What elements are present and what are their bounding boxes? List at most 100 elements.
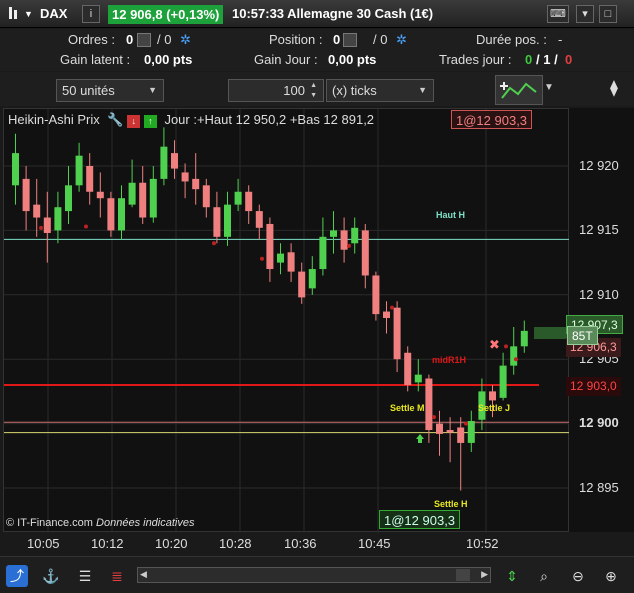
gain-jour-value: 0,00 pts: [328, 52, 377, 67]
marker-dot: [514, 357, 518, 362]
candle-body: [139, 182, 147, 218]
cancel-position-icon[interactable]: [343, 33, 357, 47]
symbol-dropdown-icon[interactable]: ▼: [24, 4, 33, 24]
marker-dot: [504, 344, 508, 349]
price-axis[interactable]: 12 920 12 915 12 910 12 905 12 900 12 89…: [566, 108, 634, 532]
order-toolbar: 50 unités ▼ 100 ▲ ▼ (x) ticks ▼ ▼ ⧫: [0, 72, 634, 106]
keyboard-icon[interactable]: ⌨: [547, 5, 569, 23]
time-scrollbar[interactable]: ◀ ▶: [137, 567, 491, 583]
candle-body: [383, 311, 390, 318]
wrench-icon[interactable]: 🔧: [107, 112, 123, 127]
orders-settings-icon[interactable]: ✲: [180, 31, 191, 49]
share-icon[interactable]: ⤴: [6, 565, 28, 587]
anchor-icon[interactable]: ⚓: [40, 565, 62, 587]
minimize-icon[interactable]: ▾: [576, 5, 594, 23]
list-icon[interactable]: ☰: [74, 565, 96, 587]
trades-label: Trades jour :: [439, 52, 512, 67]
zoom-fit-icon[interactable]: ⌕: [533, 565, 555, 587]
candle-body: [436, 423, 443, 434]
candle-body: [75, 155, 83, 186]
candle-body: [393, 307, 401, 360]
chart-area[interactable]: ✖ Heikin-Ashi Prix 🔧 ↓ ↑ Jour :+Haut 12 …: [3, 108, 570, 533]
candle-body: [520, 330, 528, 347]
sell-arrow-icon[interactable]: ↓: [127, 115, 141, 128]
top-order-badge[interactable]: 1@12 903,3: [451, 110, 533, 129]
x-tick: 10:05: [27, 536, 60, 551]
duree-value: -: [558, 32, 563, 47]
candle-body: [446, 430, 454, 433]
strategy-icon[interactable]: [495, 75, 543, 105]
time-axis[interactable]: 10:05 10:12 10:20 10:28 10:36 10:45 10:5…: [0, 533, 634, 555]
candle-body: [414, 374, 422, 383]
time-instrument: 10:57:33 Allemagne 30 Cash (1€): [232, 6, 434, 21]
candlestick-chart[interactable]: ✖: [4, 109, 570, 533]
order-x-icon: ✖: [489, 337, 500, 352]
chevron-down-icon: ▼: [148, 85, 157, 95]
gain-jour-label: Gain Jour :: [254, 52, 318, 67]
candle-body: [372, 275, 380, 315]
units-value: 50 unités: [62, 83, 115, 98]
candle-body: [330, 230, 337, 237]
strategy-dropdown-icon[interactable]: ▼: [544, 82, 554, 93]
candle-body: [22, 178, 30, 212]
units-select[interactable]: 50 unités ▼: [56, 79, 164, 102]
candle-body: [96, 191, 104, 199]
settle-j-label: Settle J: [478, 403, 511, 413]
candle-body: [287, 252, 295, 272]
zoom-in-icon[interactable]: ⊕: [600, 565, 622, 587]
scroll-right-icon[interactable]: ▶: [481, 569, 488, 580]
buy-arrow-icon[interactable]: ↑: [143, 115, 157, 128]
candle-body: [33, 204, 41, 218]
quantity-stepper[interactable]: 100 ▲ ▼: [228, 79, 324, 102]
candle-body: [160, 146, 168, 179]
up-arrow-icon: [416, 434, 424, 444]
scroll-thumb[interactable]: [456, 569, 470, 581]
info-icon[interactable]: i: [82, 5, 100, 23]
candle-body: [404, 352, 412, 385]
marker-dot: [464, 421, 468, 426]
candle-body: [467, 421, 475, 443]
candle-body: [499, 365, 507, 398]
bottom-order-badge[interactable]: 1@12 903,3: [379, 510, 461, 529]
bottom-toolbar: ⤴ ⚓ ☰ ≣ ◀ ▶ ⇕ ⌕ ⊖ ⊕: [0, 556, 634, 593]
candle-body: [213, 207, 221, 237]
candle-body: [54, 207, 62, 231]
copyright-note: Données indicatives: [96, 517, 195, 529]
candle-body: [224, 204, 231, 237]
chart-type-icon[interactable]: [6, 4, 20, 24]
candle-body: [255, 211, 263, 228]
scroll-left-icon[interactable]: ◀: [140, 569, 147, 580]
haut-h-label: Haut H: [436, 210, 465, 220]
cancel-orders-icon[interactable]: [137, 33, 151, 47]
ticks-value: (x) ticks: [332, 83, 377, 98]
candle-body: [149, 178, 157, 218]
candle-body: [457, 427, 465, 443]
price-badge: 12 906,8 (+0,13%): [108, 5, 224, 24]
autoscale-icon[interactable]: ⇕: [501, 565, 523, 587]
side-panel-icon[interactable]: ⧫: [610, 78, 630, 102]
zoom-out-icon[interactable]: ⊖: [567, 565, 589, 587]
maximize-icon[interactable]: □: [599, 5, 617, 23]
symbol-name[interactable]: DAX: [40, 4, 67, 24]
copyright-text: © IT-Finance.com: [6, 517, 93, 529]
info-bar: Ordres : 0 / 0 ✲ Position : 0 / 0 ✲ Duré…: [0, 29, 634, 71]
title-bar: ▼ DAX i 12 906,8 (+0,13%) 10:57:33 Allem…: [0, 0, 634, 28]
copyright: © IT-Finance.com Données indicatives: [6, 517, 194, 529]
y-tick: 12 895: [579, 480, 619, 495]
candle-body: [12, 153, 19, 186]
candle-body: [118, 198, 125, 231]
ladder-icon[interactable]: ≣: [106, 565, 128, 587]
red-line-price-label: 12 903,0: [566, 377, 621, 396]
x-tick: 10:36: [284, 536, 317, 551]
orders-value: 0: [126, 32, 134, 47]
position-settings-icon[interactable]: ✲: [396, 31, 407, 49]
midr1h-label: midR1H: [432, 355, 467, 365]
y-tick: 12 900: [579, 415, 619, 430]
quantity-value: 100: [283, 83, 305, 98]
candle-body: [65, 185, 72, 212]
candle-body: [319, 236, 327, 270]
candle-body: [234, 191, 242, 205]
chart-title: Heikin-Ashi Prix: [8, 112, 100, 127]
stepper-arrows-icon[interactable]: ▲ ▼: [310, 81, 317, 101]
ticks-select[interactable]: (x) ticks ▼: [326, 79, 434, 102]
